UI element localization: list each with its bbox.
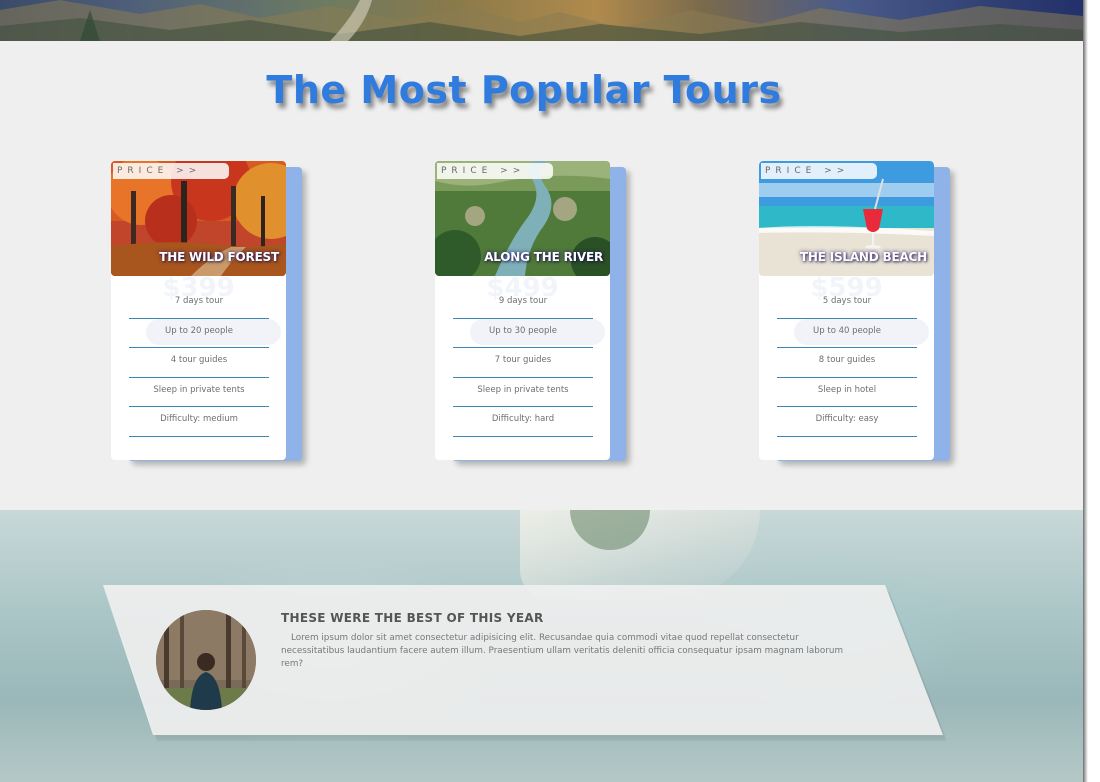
- story-card: THESE WERE THE BEST OF THIS YEAR Lorem i…: [103, 585, 947, 741]
- detail-item: 8 tour guides: [777, 348, 917, 378]
- story-heading: THESE WERE THE BEST OF THIS YEAR: [281, 611, 544, 625]
- detail-item: Sleep in private tents: [453, 378, 593, 407]
- beach-photo: PRICE >> THE ISLAND BEACH: [759, 161, 934, 276]
- detail-item: Sleep in private tents: [129, 378, 269, 407]
- avatar: [156, 610, 256, 710]
- river-photo: PRICE >> ALONG THE RIVER: [435, 161, 610, 276]
- card-title: ALONG THE RIVER: [484, 250, 603, 264]
- card-title: THE WILD FOREST: [159, 250, 279, 264]
- story-body-text: Lorem ipsum dolor sit amet consectetur a…: [281, 633, 844, 669]
- detail-item: 5 days tour: [777, 289, 917, 319]
- price-tab-label[interactable]: PRICE >>: [437, 163, 553, 179]
- card-front-face: $599 5 days tour Up to 40 people 8 tour …: [759, 161, 934, 460]
- tour-card-wild-forest[interactable]: $399 7 days tour Up to 20 people 4 tour …: [111, 161, 302, 461]
- mountain-landscape-image: [0, 0, 1083, 41]
- detail-item: Up to 40 people: [777, 319, 917, 348]
- card-front-face: $499 9 days tour Up to 30 people 7 tour …: [435, 161, 610, 460]
- detail-item: Sleep in hotel: [777, 378, 917, 407]
- detail-item: 7 days tour: [129, 289, 269, 319]
- detail-item: 9 days tour: [453, 289, 593, 319]
- tour-card-along-the-river[interactable]: $499 9 days tour Up to 30 people 7 tour …: [435, 161, 626, 461]
- page: The Most Popular Tours $399 7 days tour …: [0, 0, 1083, 782]
- detail-item: Difficulty: hard: [453, 407, 593, 437]
- detail-item: Up to 30 people: [453, 319, 593, 348]
- forest-photo: PRICE >> THE WILD FOREST: [111, 161, 286, 276]
- card-title: THE ISLAND BEACH: [799, 250, 927, 264]
- card-front-face: $399 7 days tour Up to 20 people 4 tour …: [111, 161, 286, 460]
- detail-item: 4 tour guides: [129, 348, 269, 378]
- detail-item: Difficulty: easy: [777, 407, 917, 437]
- tour-card-island-beach[interactable]: $599 5 days tour Up to 40 people 8 tour …: [759, 161, 950, 461]
- card-details-list: 9 days tour Up to 30 people 7 tour guide…: [453, 289, 593, 437]
- detail-item: Difficulty: medium: [129, 407, 269, 437]
- detail-item: Up to 20 people: [129, 319, 269, 348]
- section-title: The Most Popular Tours: [266, 68, 782, 112]
- detail-item: 7 tour guides: [453, 348, 593, 378]
- price-tab-label[interactable]: PRICE >>: [761, 163, 877, 179]
- hero-image-strip: [0, 0, 1083, 41]
- card-details-list: 7 days tour Up to 20 people 4 tour guide…: [129, 289, 269, 437]
- card-details-list: 5 days tour Up to 40 people 8 tour guide…: [777, 289, 917, 437]
- price-tab-label[interactable]: PRICE >>: [113, 163, 229, 179]
- page-edge-shadow: [1083, 0, 1088, 782]
